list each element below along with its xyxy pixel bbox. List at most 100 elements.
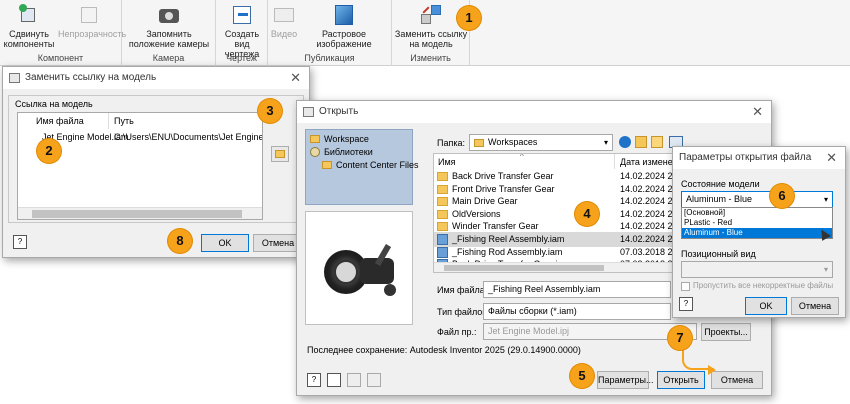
find-icon[interactable] [327,373,341,387]
preview-pane [305,211,413,325]
step-badge-7: 7 [668,326,692,350]
folder-icon [474,139,484,147]
link-icon[interactable] [347,373,361,387]
option-plastic-red[interactable]: PLastic - Red [682,218,832,228]
skip-checkbox[interactable] [681,282,690,291]
scrollbar-thumb[interactable] [32,210,242,218]
options-dialog-titlebar: Параметры открытия файла ✕ [673,147,845,169]
project-label: Файл пр.: [437,327,477,337]
ok-button[interactable]: OK [745,297,787,315]
open-button[interactable]: Открыть [657,371,705,389]
library-icon [310,147,320,157]
folder-icon [437,197,448,207]
params-button[interactable]: Параметры... [597,371,653,389]
option-aluminum-blue[interactable]: Aluminum - Blue [682,228,832,238]
project-field: Jet Engine Model.ipj [483,323,697,340]
dialog-icon [9,73,20,83]
folder-icon [437,184,448,194]
open-dialog-titlebar: Открыть ✕ [297,101,771,123]
folder-icon [437,209,448,219]
last-saved-text: Последнее сохранение: Autodesk Inventor … [307,345,581,355]
option-master[interactable]: [Основной] [682,208,832,218]
up-folder-icon[interactable] [635,136,647,148]
close-icon[interactable]: ✕ [290,67,301,89]
arrow-head-icon [708,365,716,375]
step-badge-6: 6 [770,184,794,208]
help-button[interactable]: ? [307,373,321,387]
move-components-icon [17,4,41,26]
file-name: _Fishing Rod Assembly.iam [452,246,563,257]
raster-image-label: Растровое изображение [316,29,372,49]
col-divider [614,154,615,169]
video-button[interactable]: Видео [270,4,298,39]
file-name: _Fishing Reel Assembly.iam [452,234,565,244]
ribbon-group-modify: Заменить ссылку на модель Изменить [392,0,470,66]
cancel-button[interactable]: Отмена [711,371,763,389]
horizontal-scrollbar[interactable] [18,207,262,219]
help-button[interactable]: ? [679,297,693,311]
folder-icon [437,172,448,181]
ribbon-group-publish: Видео Растровое изображение Публикация [268,0,392,66]
cancel-button[interactable]: Отмена [791,297,839,315]
video-label: Видео [270,29,298,39]
ok-button[interactable]: OK [201,234,249,252]
video-icon [272,4,296,26]
back-icon[interactable] [619,136,631,148]
replace-dialog-titlebar: Заменить ссылку на модель ✕ [3,67,309,89]
file-name: Winder Transfer Gear [452,221,539,232]
step-badge-5: 5 [570,364,594,388]
col-path: Путь [114,116,134,126]
browse-button[interactable] [271,146,289,162]
folder-icon [310,135,320,143]
ribbon-group-component: Сдвинуть компоненты Непрозрачность Компо… [0,0,126,66]
folder-select[interactable]: Workspaces ▾ [469,134,613,151]
close-icon[interactable]: ✕ [826,147,837,169]
step-badge-4: 4 [575,202,599,226]
save-camera-button[interactable]: Запомнить положение камеры [126,4,212,49]
scrollbar-thumb[interactable] [444,265,604,271]
folder-icon [322,161,332,169]
filetype-select[interactable]: Файлы сборки (*.iam) [483,303,671,320]
new-folder-icon[interactable] [651,136,663,148]
group-label-modify: Изменить [410,53,451,63]
group-label-drawing: Чертеж [226,53,257,63]
filename-input[interactable]: _Fishing Reel Assembly.iam [483,281,671,298]
assembly-icon [437,234,448,245]
file-name: Front Drive Transfer Gear [452,183,555,194]
group-label-publish: Публикация [304,53,355,63]
projects-button[interactable]: Проекты... [701,323,751,341]
model-state-select[interactable]: Aluminum - Blue ▾ [681,191,833,208]
raster-image-button[interactable]: Растровое изображение [298,4,390,49]
drawing-view-icon [230,4,254,26]
col-divider [108,113,109,129]
col-name-header[interactable]: Имя [438,157,456,167]
file-name: Back Drive Transfer Gear [452,171,554,181]
folder-value: Workspaces [488,137,538,147]
raster-image-icon [332,4,356,26]
transparency-button[interactable]: Непрозрачность [58,4,126,39]
model-state-dropdown: [Основной] PLastic - Red Aluminum - Blue [681,207,833,239]
lock-icon[interactable] [367,373,381,387]
replace-reference-icon [419,4,443,26]
step-badge-1: 1 [457,6,481,30]
positional-view-select: ▾ [681,261,833,278]
step-badge-2: 2 [37,139,61,163]
location-tree: Workspace Библиотеки Content Center File… [305,129,419,205]
move-components-button[interactable]: Сдвинуть компоненты [2,4,56,49]
replace-model-reference-button[interactable]: Заменить ссылку на модель [394,4,468,49]
ribbon: Сдвинуть компоненты Непрозрачность Компо… [0,0,850,66]
col-file-name: Имя файла [36,116,84,126]
file-name: Main Drive Gear [452,196,518,207]
replace-model-reference-label: Заменить ссылку на модель [394,29,468,49]
chevron-down-icon: ▾ [823,195,828,204]
help-button[interactable]: ? [13,235,27,249]
skip-label: Пропустить все некорректные файлы [693,281,834,290]
file-open-options-dialog: Параметры открытия файла ✕ Состояние мод… [672,146,846,318]
file-name: OldVersions [452,208,501,219]
step-badge-8: 8 [168,229,192,253]
close-icon[interactable]: ✕ [752,101,763,123]
model-reference-label: Ссылка на модель [15,99,93,109]
step-badge-3: 3 [258,99,282,123]
create-drawing-view-button[interactable]: Создать вид чертежа [218,4,266,59]
filename-label: Имя файла: [437,285,488,295]
